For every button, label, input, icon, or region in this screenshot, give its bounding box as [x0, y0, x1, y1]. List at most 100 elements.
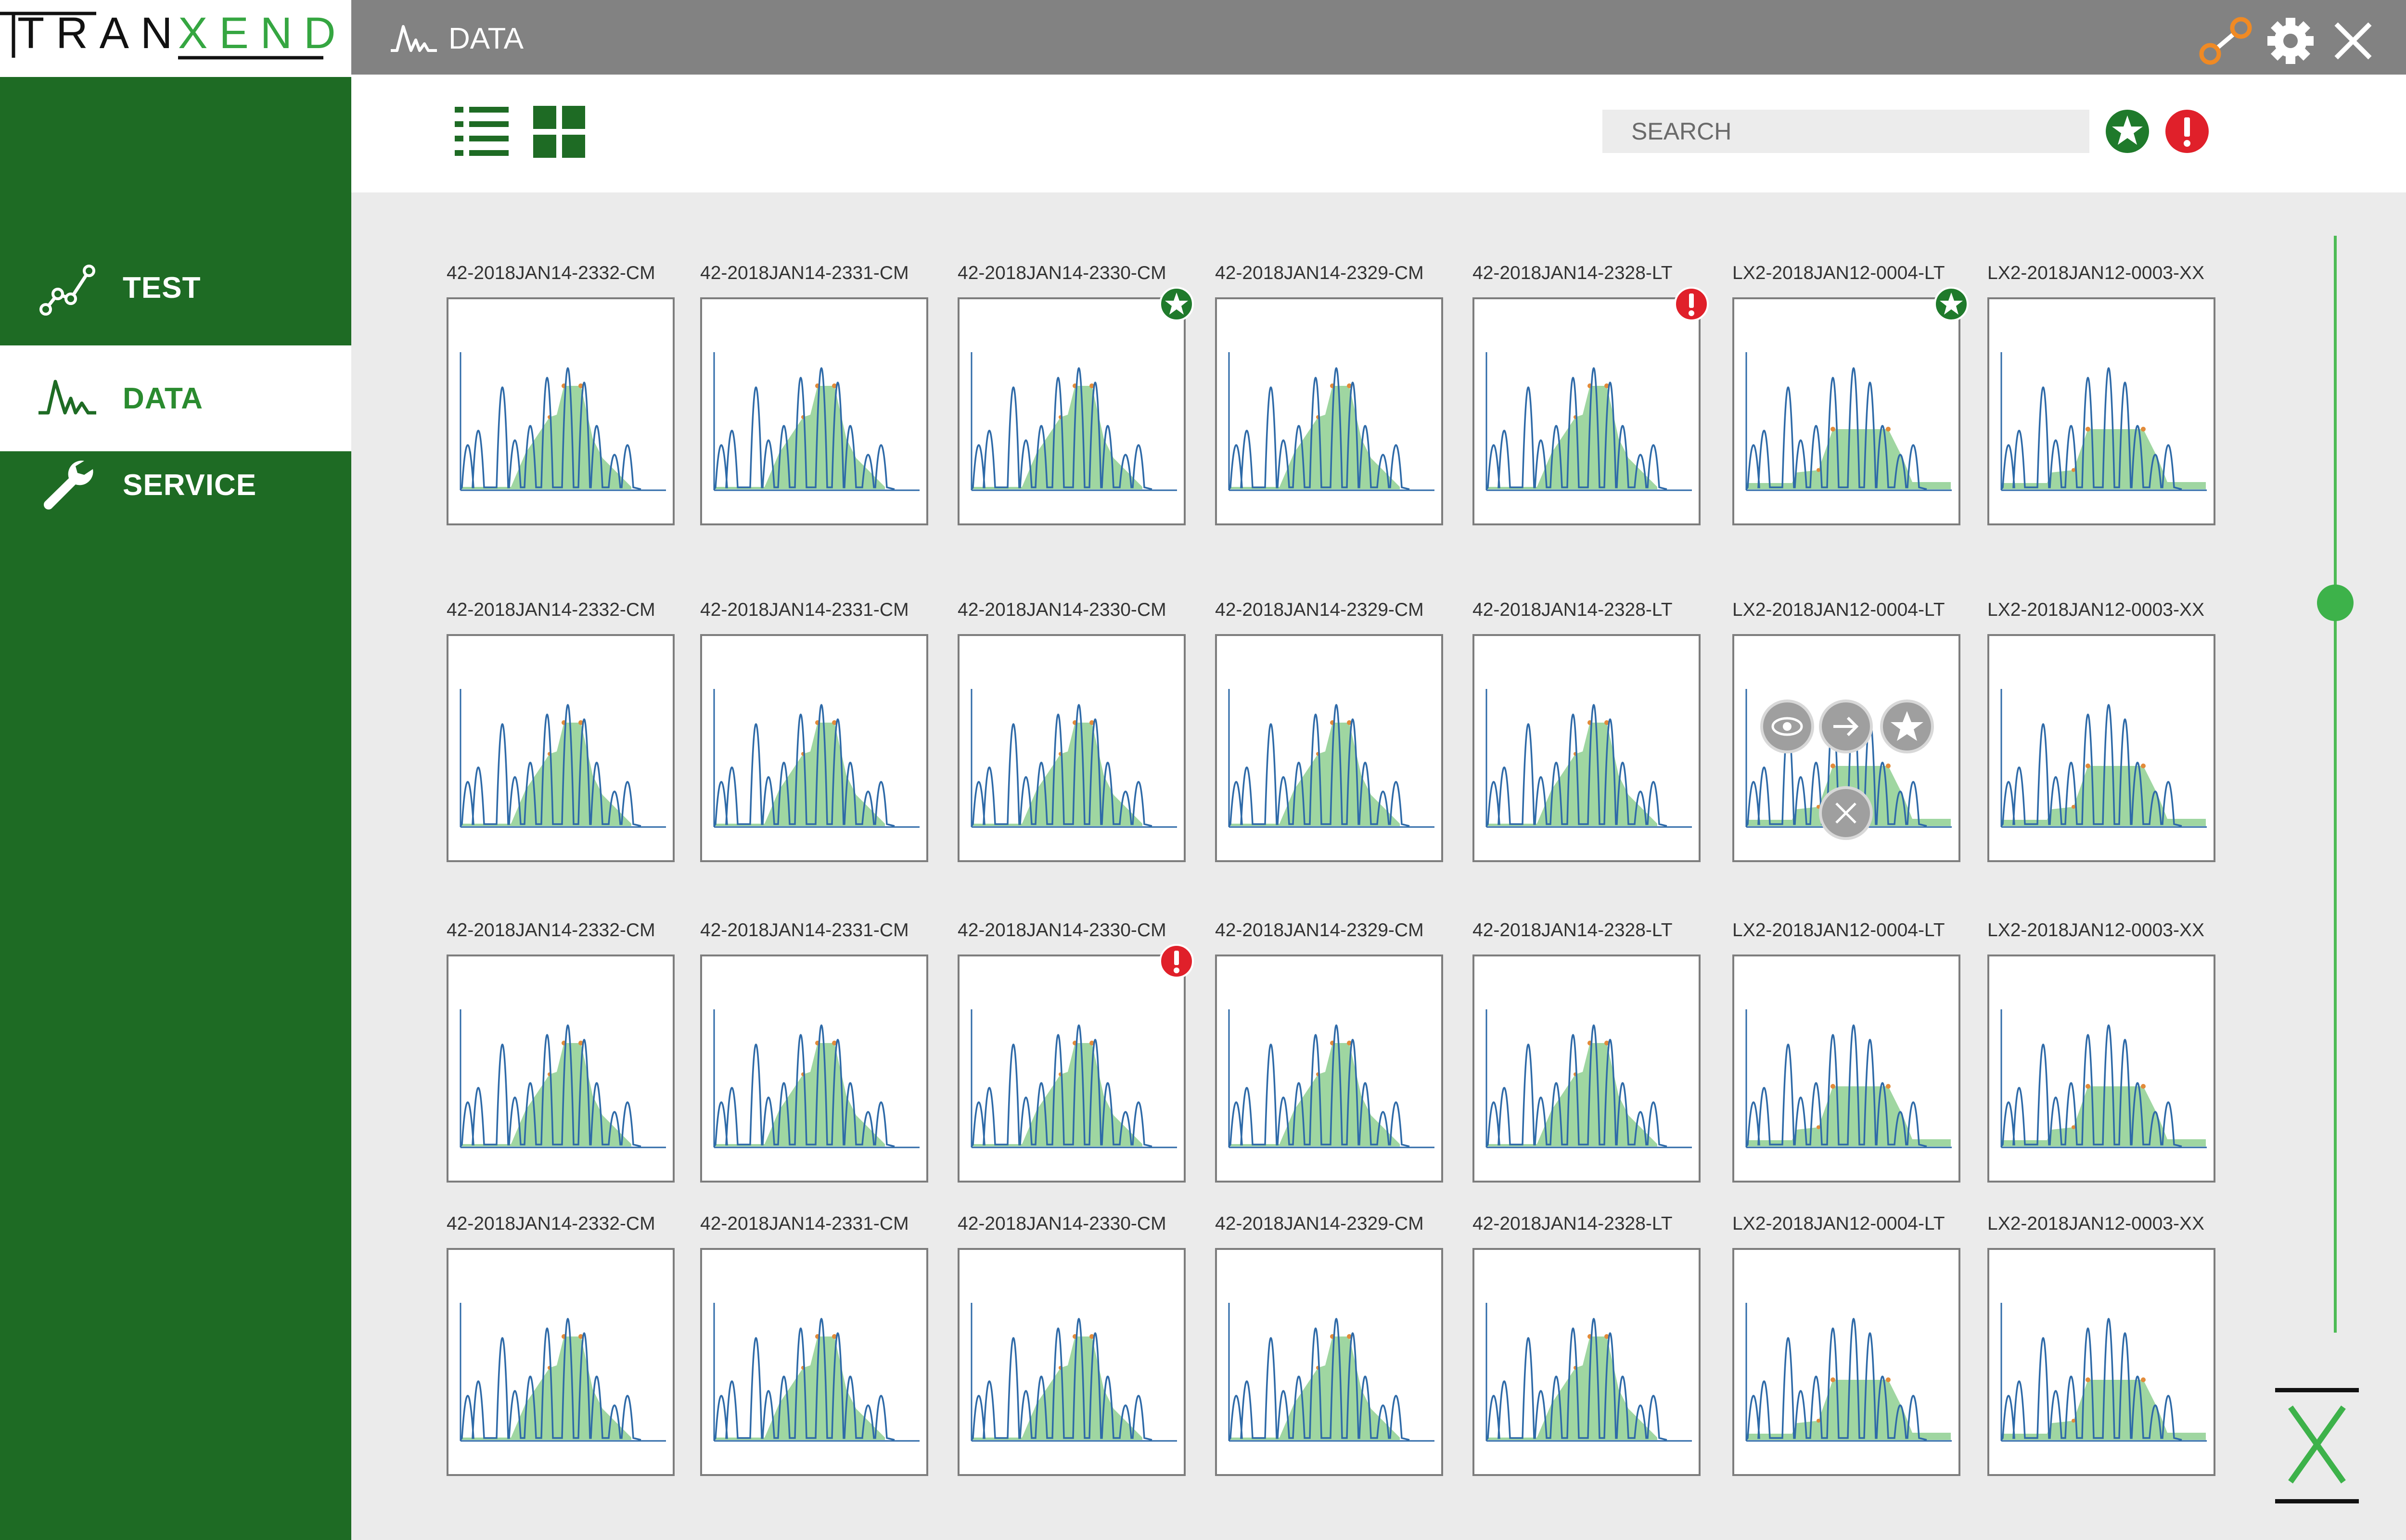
thumbnail-label: LX2-2018JAN12-0003-XX — [1987, 1213, 2204, 1234]
data-thumbnail-card[interactable] — [700, 955, 928, 1183]
chromatogram-thumbnail — [2000, 1009, 2207, 1148]
thumbnail-label: 42-2018JAN14-2330-CM — [958, 599, 1166, 620]
svg-text:TRAN: TRAN — [17, 9, 184, 58]
data-thumbnail-card[interactable] — [958, 634, 1186, 862]
chromatogram-thumbnail — [971, 1303, 1177, 1442]
delete-action-icon[interactable] — [1819, 786, 1873, 840]
chromatogram-thumbnail — [1485, 689, 1692, 828]
chromatogram-thumbnail — [971, 689, 1177, 828]
xend-mark-logo — [2275, 1388, 2359, 1503]
chromatogram-thumbnail — [1745, 1009, 1952, 1148]
data-thumbnail-card[interactable] — [1987, 297, 2215, 525]
peak-wave-icon — [391, 25, 437, 52]
connection-icon[interactable] — [2197, 14, 2254, 67]
chromatogram-thumbnail — [713, 1303, 920, 1442]
toolbar — [351, 75, 2406, 192]
favorite-badge-icon — [1934, 287, 1969, 321]
thumbnail-label: 42-2018JAN14-2329-CM — [1215, 599, 1424, 620]
thumbnail-label: 42-2018JAN14-2328-LT — [1472, 920, 1673, 941]
title-bar — [351, 0, 2406, 75]
data-thumbnail-card[interactable] — [1987, 955, 2215, 1183]
chromatogram-thumbnail — [971, 1009, 1177, 1148]
open-arrow-icon[interactable] — [1819, 700, 1873, 753]
data-thumbnail-card[interactable] — [1215, 634, 1443, 862]
sidebar-item-label: TEST — [123, 271, 201, 305]
chromatogram-thumbnail — [1485, 352, 1692, 491]
thumbnail-label: 42-2018JAN14-2330-CM — [958, 263, 1166, 283]
data-thumbnail-card[interactable] — [958, 297, 1186, 525]
data-thumbnail-card[interactable] — [1215, 955, 1443, 1183]
search-field[interactable] — [1602, 110, 2089, 153]
chromatogram-thumbnail — [1228, 1009, 1434, 1148]
favorite-filter-icon[interactable] — [2105, 109, 2150, 154]
thumbnail-label: 42-2018JAN14-2332-CM — [447, 920, 655, 941]
data-thumbnail-card[interactable] — [958, 1248, 1186, 1476]
logo-area: TRAN XEND — [0, 0, 351, 77]
alert-badge-icon — [1159, 944, 1194, 979]
thumbnail-label: LX2-2018JAN12-0003-XX — [1987, 263, 2204, 283]
data-thumbnail-card[interactable] — [447, 634, 675, 862]
thumbnail-label: 42-2018JAN14-2331-CM — [700, 599, 909, 620]
scroll-track[interactable] — [2334, 236, 2337, 1333]
thumbnail-label: LX2-2018JAN12-0003-XX — [1987, 599, 2204, 620]
data-thumbnail-card[interactable] — [958, 955, 1186, 1183]
close-icon[interactable] — [2329, 17, 2377, 65]
chromatogram-thumbnail — [460, 689, 666, 828]
thumbnail-label: 42-2018JAN14-2330-CM — [958, 1213, 1166, 1234]
thumbnail-label: 42-2018JAN14-2329-CM — [1215, 1213, 1424, 1234]
data-thumbnail-card[interactable] — [1472, 955, 1701, 1183]
data-thumbnail-card[interactable] — [1987, 634, 2215, 862]
data-thumbnail-card[interactable] — [1472, 1248, 1701, 1476]
thumbnail-label: LX2-2018JAN12-0004-LT — [1732, 599, 1945, 620]
chromatogram-thumbnail — [1745, 1303, 1952, 1442]
thumbnail-label: 42-2018JAN14-2330-CM — [958, 920, 1166, 941]
data-thumbnail-card[interactable] — [700, 297, 928, 525]
grid-view-icon[interactable] — [533, 106, 585, 158]
data-thumbnail-card[interactable] — [1472, 297, 1701, 525]
thumbnail-label: 42-2018JAN14-2328-LT — [1472, 599, 1673, 620]
data-thumbnail-card[interactable] — [700, 634, 928, 862]
chromatogram-thumbnail — [1228, 352, 1434, 491]
chromatogram-thumbnail — [460, 352, 666, 491]
data-thumbnail-card[interactable] — [1732, 955, 1960, 1183]
gear-icon[interactable] — [2264, 14, 2317, 67]
chromatogram-thumbnail — [2000, 689, 2207, 828]
thumbnail-label: 42-2018JAN14-2329-CM — [1215, 920, 1424, 941]
data-thumbnail-card[interactable] — [447, 1248, 675, 1476]
chromatogram-thumbnail — [971, 352, 1177, 491]
sidebar-item-label: DATA — [123, 382, 203, 415]
thumbnail-label: 42-2018JAN14-2332-CM — [447, 1213, 655, 1234]
scroll-thumb[interactable] — [2317, 585, 2354, 622]
chromatogram-thumbnail — [1228, 689, 1434, 828]
thumbnail-label: 42-2018JAN14-2328-LT — [1472, 263, 1673, 283]
chromatogram-thumbnail — [1228, 1303, 1434, 1442]
thumbnail-label: 42-2018JAN14-2331-CM — [700, 920, 909, 941]
view-icon[interactable] — [1760, 700, 1814, 753]
page-title-text: DATA — [448, 22, 524, 55]
thumbnail-label: 42-2018JAN14-2332-CM — [447, 263, 655, 283]
search-input[interactable] — [1602, 110, 2089, 153]
tranxend-logo: TRAN XEND — [0, 9, 347, 60]
data-thumbnail-card[interactable] — [1472, 634, 1701, 862]
chromatogram-thumbnail — [713, 1009, 920, 1148]
data-thumbnail-card[interactable] — [1215, 1248, 1443, 1476]
favorite-action-icon[interactable] — [1880, 700, 1934, 753]
data-thumbnail-card[interactable] — [1732, 297, 1960, 525]
sidebar-item-service[interactable]: SERVICE — [0, 432, 351, 538]
chromatogram-thumbnail — [460, 1009, 666, 1148]
chromatogram-thumbnail — [1745, 352, 1952, 491]
alert-badge-icon — [1674, 287, 1709, 321]
data-thumbnail-card[interactable] — [700, 1248, 928, 1476]
data-thumbnail-card[interactable] — [1215, 297, 1443, 525]
svg-text:XEND: XEND — [178, 9, 347, 58]
data-thumbnail-card[interactable] — [447, 297, 675, 525]
thumbnail-label: 42-2018JAN14-2331-CM — [700, 1213, 909, 1234]
page-title: DATA — [390, 19, 524, 58]
sidebar-item-test[interactable]: TEST — [0, 235, 351, 341]
data-thumbnail-card[interactable] — [1732, 1248, 1960, 1476]
data-thumbnail-card[interactable] — [1987, 1248, 2215, 1476]
alert-filter-icon[interactable] — [2164, 109, 2210, 154]
data-thumbnail-card[interactable] — [447, 955, 675, 1183]
chromatogram-thumbnail — [460, 1303, 666, 1442]
list-view-icon[interactable] — [455, 106, 509, 156]
